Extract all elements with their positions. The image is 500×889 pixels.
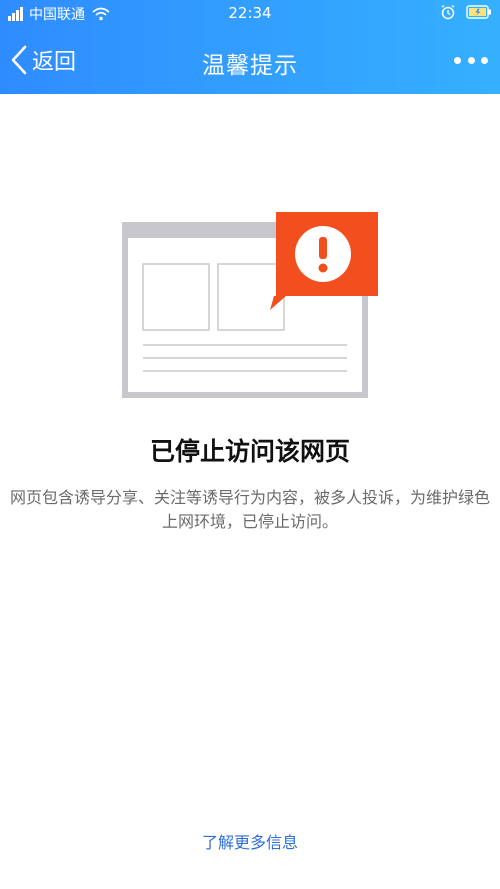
page-title: 温馨提示 bbox=[202, 53, 298, 79]
blocked-page-illustration bbox=[122, 212, 378, 398]
learn-more-link[interactable]: 了解更多信息 bbox=[0, 829, 500, 853]
status-bar: 中国联通 22:34 bbox=[0, 0, 500, 28]
status-time: 22:34 bbox=[228, 4, 272, 22]
more-options-button[interactable] bbox=[454, 50, 488, 70]
more-dot-icon bbox=[481, 56, 488, 64]
exclamation-alert-icon bbox=[270, 212, 378, 310]
more-dot-icon bbox=[454, 56, 461, 64]
app-header: 中国联通 22:34 返回 温馨提示 bbox=[0, 0, 500, 94]
warning-screen: 中国联通 22:34 返回 温馨提示 已停止访问该网页 网页包含诱导分享、关注等… bbox=[0, 0, 500, 889]
nav-bar: 返回 温馨提示 bbox=[0, 28, 500, 94]
blocked-description: 网页包含诱导分享、关注等诱导行为内容，被多人投诉，为维护绿色上网环境，已停止访问… bbox=[9, 488, 490, 531]
status-right bbox=[440, 4, 492, 20]
battery-icon bbox=[466, 5, 491, 19]
blocked-headline: 已停止访问该网页 bbox=[149, 437, 350, 466]
alarm-icon bbox=[441, 4, 455, 20]
more-dot-icon bbox=[467, 56, 475, 64]
